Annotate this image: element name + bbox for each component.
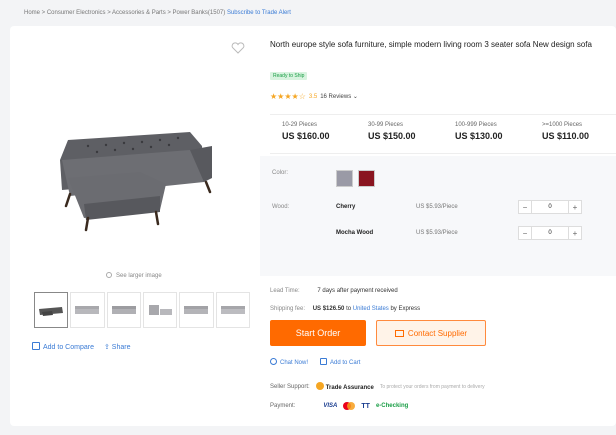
thumbnail-2[interactable] — [70, 292, 105, 328]
thumbnail-1[interactable] — [34, 292, 69, 328]
color-swatch-red[interactable] — [358, 170, 375, 187]
breadcrumb: Home > Consumer Electronics > Accessorie… — [24, 10, 291, 16]
payment-methods: VISA TT e-Checking — [323, 402, 408, 410]
quantity-stepper: − 0 + — [518, 200, 582, 214]
thumbnail-4[interactable] — [142, 292, 178, 328]
variant-price: US $5.93/Piece — [416, 204, 458, 210]
magnifier-icon — [106, 272, 112, 278]
view-larger-link[interactable]: See larger image — [106, 272, 162, 279]
rating-row: ★★★★☆ 3.5 16 Reviews ⌄ — [270, 92, 358, 101]
lead-time-row: Lead Time: 7 days after payment received — [270, 288, 398, 294]
trade-assurance-icon — [315, 382, 324, 390]
reviews-link[interactable]: 16 Reviews ⌄ — [320, 93, 358, 100]
product-gallery: See larger image Add to Compare ⇪ Share — [10, 26, 260, 426]
thumbnail-strip — [34, 292, 250, 328]
thumbnail-3[interactable] — [106, 292, 141, 328]
breadcrumb-path[interactable]: Home > Consumer Electronics > Accessorie… — [24, 10, 225, 16]
checkbox-icon[interactable] — [32, 342, 40, 350]
seller-support-row: Seller Support: Trade Assurance To prote… — [270, 382, 485, 391]
quantity-input[interactable]: 0 — [532, 200, 568, 214]
variant-price: US $5.93/Piece — [416, 230, 458, 236]
minus-button[interactable]: − — [518, 200, 532, 214]
start-order-button[interactable]: Start Order — [270, 320, 366, 346]
thumbnail-5[interactable] — [179, 292, 214, 328]
payment-row: Payment: VISA TT e-Checking — [270, 402, 409, 410]
variant-name: Cherry — [336, 204, 356, 210]
product-title: North europe style sofa furniture, simpl… — [270, 40, 592, 49]
rating-score: 3.5 — [308, 93, 318, 100]
heart-icon[interactable] — [231, 42, 245, 54]
quick-links: Chat Now! Add to Cart — [270, 358, 360, 366]
variant-name: Mocha Wood — [336, 230, 374, 236]
mastercard-icon — [343, 402, 356, 410]
trade-assurance-link[interactable]: Trade Assurance — [315, 382, 374, 391]
ready-to-ship-badge: Ready to Ship — [270, 72, 308, 80]
product-info: North europe style sofa furniture, simpl… — [260, 26, 616, 426]
add-to-compare[interactable]: Add to Compare — [32, 342, 94, 351]
mail-icon — [394, 329, 404, 337]
product-card: See larger image Add to Compare ⇪ Share … — [10, 26, 616, 426]
minus-button[interactable]: − — [518, 226, 532, 240]
cart-icon — [320, 358, 328, 365]
destination-link[interactable]: United States — [353, 306, 389, 312]
tt-icon: TT — [361, 402, 370, 410]
price-tier: >=1000 Pieces US $110.00 — [542, 122, 590, 141]
thumbnail-6[interactable] — [215, 292, 250, 328]
shipping-fee-row: Shipping fee: US $126.50 to United State… — [270, 306, 421, 312]
add-to-cart-link[interactable]: Add to Cart — [320, 358, 360, 366]
quantity-input[interactable]: 0 — [532, 226, 568, 240]
subscribe-link[interactable]: Subscribe to Trade Alert — [227, 10, 291, 16]
trade-assurance-note: To protect your orders from payment to d… — [379, 383, 485, 390]
contact-supplier-button[interactable]: Contact Supplier — [376, 320, 486, 346]
share-link[interactable]: ⇪ Share — [104, 343, 131, 351]
price-tier: 100-999 Pieces US $130.00 — [455, 122, 503, 141]
star-rating-icon: ★★★★☆ — [270, 92, 306, 101]
share-icon: ⇪ — [103, 343, 112, 351]
e-checking-icon: e-Checking — [375, 403, 409, 409]
plus-button[interactable]: + — [568, 200, 582, 214]
compare-share-row: Add to Compare ⇪ Share — [32, 342, 130, 351]
price-tiers: 10-29 Pieces US $160.00 30-99 Pieces US … — [270, 114, 616, 154]
chat-icon — [270, 358, 277, 365]
options-panel: Color: Wood: Cherry US $5.93/Piece − 0 +… — [260, 156, 616, 276]
price-tier: 30-99 Pieces US $150.00 — [368, 122, 416, 141]
wood-label: Wood: — [272, 204, 290, 210]
chat-now-link[interactable]: Chat Now! — [270, 358, 308, 366]
visa-icon: VISA — [323, 403, 338, 409]
color-label: Color: — [272, 170, 289, 176]
price-tier: 10-29 Pieces US $160.00 — [282, 122, 330, 141]
color-swatch-gray[interactable] — [336, 170, 353, 187]
plus-button[interactable]: + — [568, 226, 582, 240]
main-product-image[interactable] — [40, 86, 240, 246]
quantity-stepper: − 0 + — [518, 226, 582, 240]
